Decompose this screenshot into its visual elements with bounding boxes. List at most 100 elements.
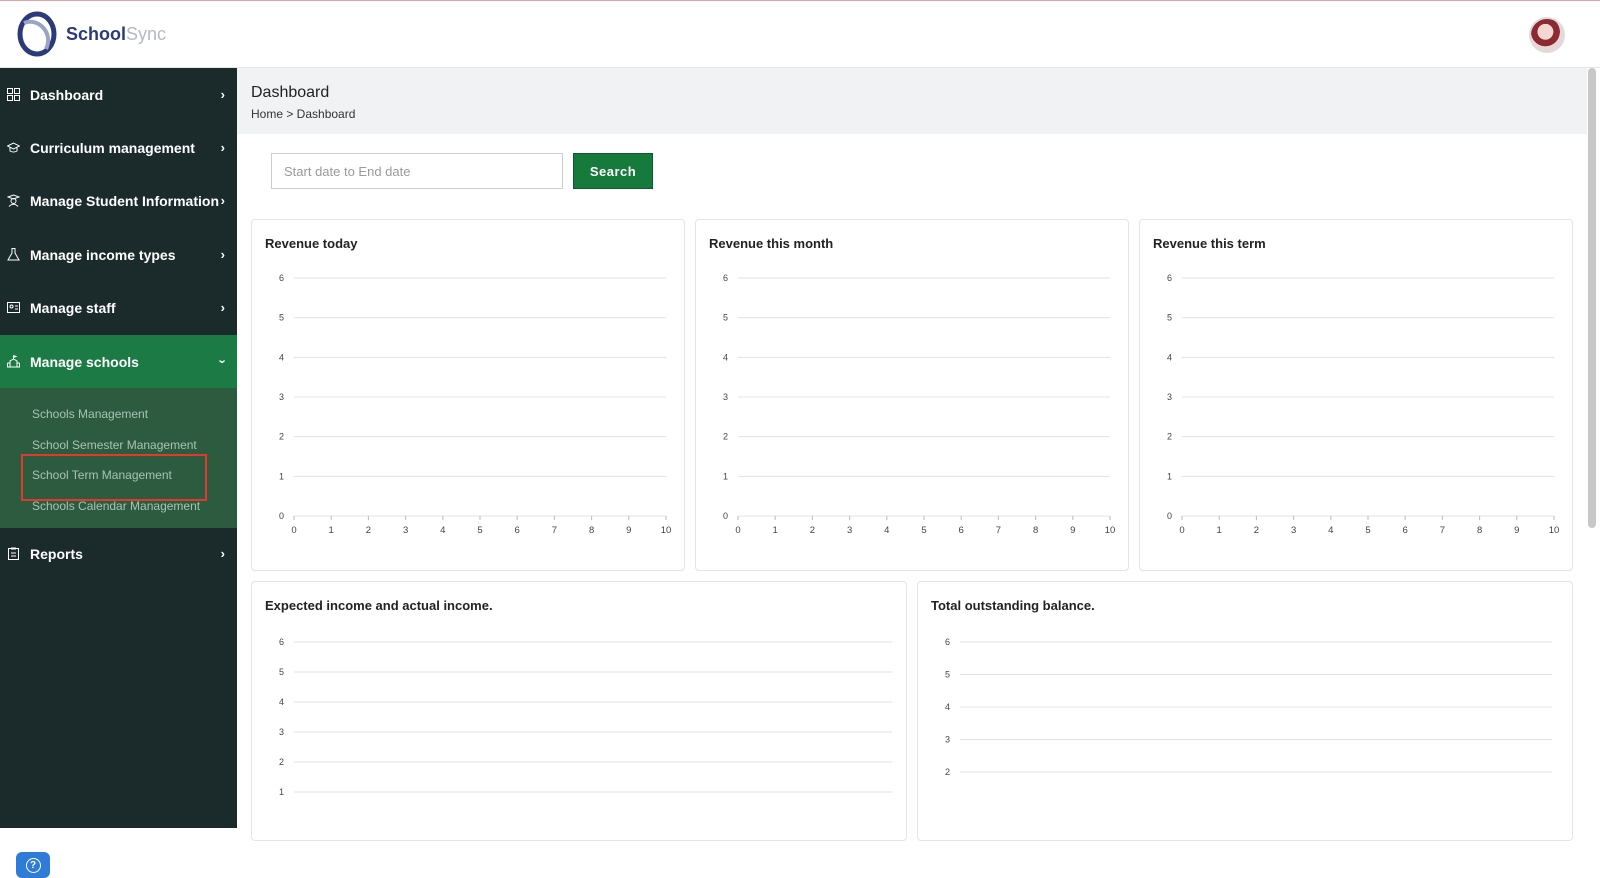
sidebar-item-label: Curriculum management — [30, 140, 195, 157]
x-tick-label: 3 — [847, 525, 852, 536]
x-tick-label: 0 — [735, 525, 740, 536]
x-tick-label: 10 — [1549, 525, 1560, 536]
y-tick-label: 3 — [945, 735, 950, 745]
sidebar-item-dashboard[interactable]: Dashboard › — [0, 68, 237, 121]
report-icon — [8, 547, 19, 561]
submenu-item-schools-management[interactable]: Schools Management — [0, 398, 237, 429]
y-tick-label: 3 — [723, 392, 728, 402]
logo-mark-icon — [17, 11, 57, 57]
x-tick-label: 6 — [515, 525, 520, 536]
y-tick-label: 4 — [279, 352, 284, 362]
sidebar-item-label: Manage Student Information — [30, 193, 219, 210]
chart-card-revenue-month: Revenue this month 0 1 2 3 4 5 6 0 1 2 3 4 5 6 7 8 9 10 — [695, 219, 1129, 571]
x-tick-label: 8 — [1033, 525, 1038, 536]
y-tick-label: 0 — [723, 511, 728, 521]
student-icon — [7, 194, 20, 208]
chart-card-total-outstanding-balance: Total outstanding balance. 23456 — [917, 581, 1573, 841]
y-tick-label: 5 — [723, 313, 728, 323]
question-icon: ? — [25, 857, 41, 873]
revenue-term-chart: 0 1 2 3 4 5 6 0 1 2 3 4 5 6 7 8 9 10 — [1167, 273, 1560, 536]
flask-icon — [7, 247, 20, 261]
x-tick-label: 2 — [1254, 525, 1259, 536]
y-tick-label: 2 — [945, 767, 950, 777]
x-tick-label: 10 — [661, 525, 672, 536]
chart-card-revenue-term: Revenue this term 0 1 2 3 4 5 6 0 1 2 3 4 5 6 7 8 9 10 — [1139, 219, 1573, 571]
chart-card-revenue-today: Revenue today 0 1 2 3 4 5 6 0 1 2 3 4 5 6 7 8 9 10 — [251, 219, 685, 571]
chevron-right-icon: › — [220, 193, 225, 209]
y-tick-label: 4 — [1167, 352, 1172, 362]
y-tick-label: 3 — [279, 727, 284, 737]
y-tick-label: 4 — [945, 702, 950, 712]
top-bar: SchoolSync — [0, 0, 1600, 68]
id-card-icon — [7, 302, 20, 314]
chevron-right-icon: › — [220, 140, 225, 156]
x-tick-label: 1 — [329, 525, 334, 536]
school-icon — [7, 354, 20, 368]
x-tick-label: 6 — [1403, 525, 1408, 536]
y-tick-label: 2 — [279, 432, 284, 442]
chevron-down-icon: › — [215, 358, 231, 364]
y-tick-label: 2 — [1167, 432, 1172, 442]
x-tick-label: 2 — [810, 525, 815, 536]
y-tick-label: 2 — [279, 757, 284, 767]
x-tick-label: 5 — [921, 525, 926, 536]
x-tick-label: 4 — [440, 525, 445, 536]
sidebar-item-manage-schools[interactable]: Manage schools › — [0, 334, 237, 389]
scrollbar[interactable] — [1588, 68, 1596, 528]
sidebar-item-student-information[interactable]: Manage Student Information › — [0, 175, 237, 228]
sidebar-item-label: Reports — [30, 546, 83, 563]
y-tick-label: 4 — [723, 352, 728, 362]
x-tick-label: 6 — [959, 525, 964, 536]
x-tick-label: 1 — [773, 525, 778, 536]
x-tick-label: 7 — [1440, 525, 1445, 536]
x-tick-label: 3 — [1291, 525, 1296, 536]
sidebar-item-reports[interactable]: Reports › — [0, 528, 237, 581]
y-tick-label: 1 — [1167, 471, 1172, 481]
y-tick-label: 2 — [723, 432, 728, 442]
y-tick-label: 0 — [279, 511, 284, 521]
x-tick-label: 9 — [1514, 525, 1519, 536]
sidebar-item-income-types[interactable]: Manage income types › — [0, 228, 237, 281]
y-tick-label: 5 — [945, 670, 950, 680]
x-tick-label: 9 — [626, 525, 631, 536]
grid-icon — [7, 87, 20, 101]
submenu-item-school-term-management[interactable]: School Term Management — [0, 453, 237, 501]
x-tick-label: 4 — [884, 525, 889, 536]
logo-text: SchoolSync — [66, 23, 167, 44]
help-button[interactable]: ? — [16, 852, 50, 878]
chevron-right-icon: › — [220, 300, 225, 316]
y-tick-label: 6 — [279, 273, 284, 283]
y-tick-label: 1 — [279, 471, 284, 481]
chevron-right-icon: › — [220, 546, 225, 562]
x-tick-label: 8 — [589, 525, 594, 536]
page-header: Dashboard Home > Dashboard — [237, 68, 1587, 134]
y-tick-label: 0 — [1167, 511, 1172, 521]
chevron-right-icon: › — [220, 246, 225, 262]
x-tick-label: 0 — [291, 525, 296, 536]
sidebar-item-curriculum[interactable]: Curriculum management › — [0, 121, 237, 174]
x-tick-label: 1 — [1217, 525, 1222, 536]
y-tick-label: 4 — [279, 697, 284, 707]
x-tick-label: 5 — [477, 525, 482, 536]
x-tick-label: 7 — [552, 525, 557, 536]
x-tick-label: 0 — [1179, 525, 1184, 536]
y-tick-label: 5 — [1167, 313, 1172, 323]
y-tick-label: 3 — [279, 392, 284, 402]
y-tick-label: 5 — [279, 667, 284, 677]
sidebar-item-label: Manage income types — [30, 246, 176, 263]
x-tick-label: 3 — [403, 525, 408, 536]
x-tick-label: 10 — [1105, 525, 1116, 536]
y-tick-label: 5 — [279, 313, 284, 323]
submenu-item-schools-calendar-management[interactable]: Schools Calendar Management — [0, 491, 237, 522]
x-tick-label: 9 — [1070, 525, 1075, 536]
app-logo[interactable]: SchoolSync — [16, 11, 166, 57]
x-tick-label: 7 — [996, 525, 1001, 536]
total-outstanding-balance-chart: 2 3 4 5 6 — [945, 637, 1552, 777]
manage-schools-submenu: Schools Management School Semester Manag… — [0, 388, 237, 528]
avatar[interactable] — [1529, 17, 1565, 53]
search-button[interactable]: Search — [573, 153, 653, 189]
sidebar-item-staff[interactable]: Manage staff › — [0, 282, 237, 335]
y-tick-label: 6 — [945, 637, 950, 647]
date-range-input[interactable] — [271, 153, 563, 189]
breadcrumb[interactable]: Home > Dashboard — [251, 107, 355, 121]
